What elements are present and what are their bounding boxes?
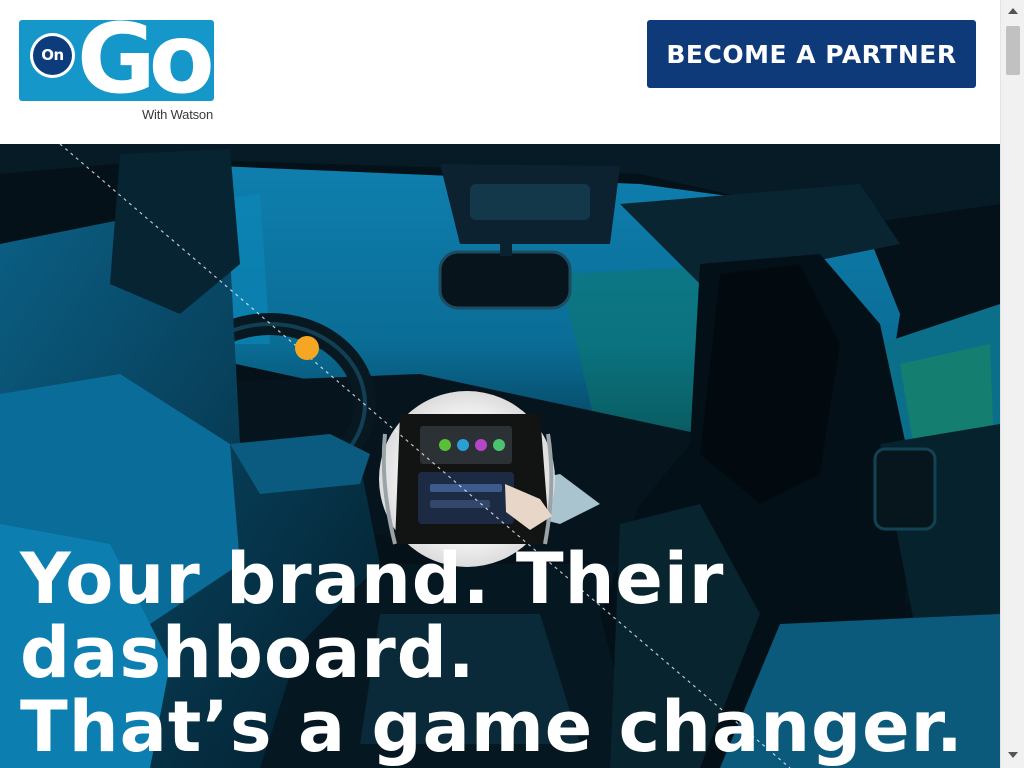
onstar-badge-text: On	[33, 36, 72, 75]
hero-heading-line-3: That’s a game changer.	[20, 686, 964, 768]
logo-mark: On Go	[19, 20, 214, 101]
logo-wordmark: Go	[77, 20, 214, 101]
become-a-partner-button[interactable]: BECOME A PARTNER	[647, 20, 976, 88]
hero-heading-line-1: Your brand. Their	[20, 538, 725, 620]
onstar-badge-icon: On	[30, 33, 75, 78]
site-header: On Go With Watson BECOME A PARTNER	[0, 0, 1000, 144]
hero-banner: Your brand. Their dashboard. That’s a ga…	[0, 144, 1000, 768]
scroll-down-arrow-icon[interactable]	[1001, 746, 1024, 764]
scroll-up-arrow-icon[interactable]	[1001, 2, 1024, 20]
vertical-scrollbar[interactable]	[1000, 0, 1024, 768]
hero-heading: Your brand. Their dashboard. That’s a ga…	[20, 542, 980, 764]
onstar-go-logo[interactable]: On Go With Watson	[19, 20, 215, 126]
logo-tagline: With Watson	[141, 107, 213, 122]
scrollbar-thumb[interactable]	[1006, 26, 1020, 75]
hero-heading-line-2: dashboard.	[20, 612, 476, 694]
